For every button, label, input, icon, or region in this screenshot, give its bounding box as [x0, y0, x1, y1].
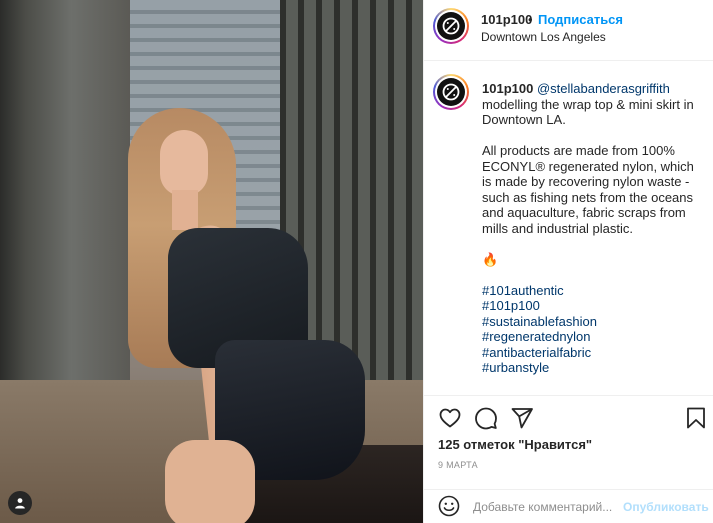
fire-emoji: 🔥	[482, 251, 499, 267]
heart-icon[interactable]	[438, 406, 464, 432]
hashtag-link[interactable]: #urbanstyle	[482, 360, 704, 376]
post-side-panel: 101p100 • Подписаться Downtown Los Angel…	[423, 0, 713, 523]
post-header: 101p100 • Подписаться Downtown Los Angel…	[424, 0, 713, 61]
caption-paragraph: All products are made from 100% ECONYL® …	[482, 143, 694, 236]
model-neck	[172, 190, 198, 230]
likes-count[interactable]: 125 отметок "Нравится"	[438, 437, 592, 452]
caption-area: 101p100 @stellabanderasgriffith modellin…	[424, 62, 713, 395]
username-link[interactable]: 101p100	[481, 12, 532, 27]
post-date[interactable]: 9 МАРТА	[438, 460, 478, 470]
mention-link[interactable]: @stellabanderasgriffith	[537, 81, 670, 96]
model-face	[160, 130, 208, 196]
hashtag-link[interactable]: #sustainablefashion	[482, 314, 704, 330]
publish-button[interactable]: Опубликовать	[623, 500, 709, 514]
separator-dot: •	[528, 12, 533, 27]
hashtag-link[interactable]: #101authentic	[482, 283, 704, 299]
post-photo[interactable]	[0, 0, 423, 523]
user-tag-icon[interactable]	[8, 491, 32, 515]
caption-avatar[interactable]	[433, 74, 469, 110]
follow-button[interactable]: Подписаться	[538, 12, 623, 27]
comment-bar: Опубликовать	[424, 489, 713, 523]
bookmark-icon[interactable]	[684, 406, 710, 432]
brand-logo-icon	[437, 78, 465, 106]
hashtag-link[interactable]: #regeneratednylon	[482, 329, 704, 345]
paper-plane-icon[interactable]	[510, 406, 536, 432]
avatar[interactable]	[433, 8, 469, 44]
comment-icon[interactable]	[474, 406, 500, 432]
model-legs	[165, 440, 255, 523]
brand-logo-icon	[437, 12, 465, 40]
caption-username[interactable]: 101p100	[482, 81, 533, 96]
caption-line: modelling the wrap top & mini skirt in D…	[482, 96, 694, 128]
location-link[interactable]: Downtown Los Angeles	[481, 30, 606, 44]
caption-text: 101p100 @stellabanderasgriffith modellin…	[482, 81, 704, 376]
hashtag-link[interactable]: #antibacterialfabric	[482, 345, 704, 361]
smiley-icon[interactable]	[437, 494, 463, 520]
comment-input[interactable]	[473, 496, 619, 518]
hashtag-link[interactable]: #101p100	[482, 298, 704, 314]
post-actions: 125 отметок "Нравится" 9 МАРТА Опубликов…	[424, 395, 713, 523]
